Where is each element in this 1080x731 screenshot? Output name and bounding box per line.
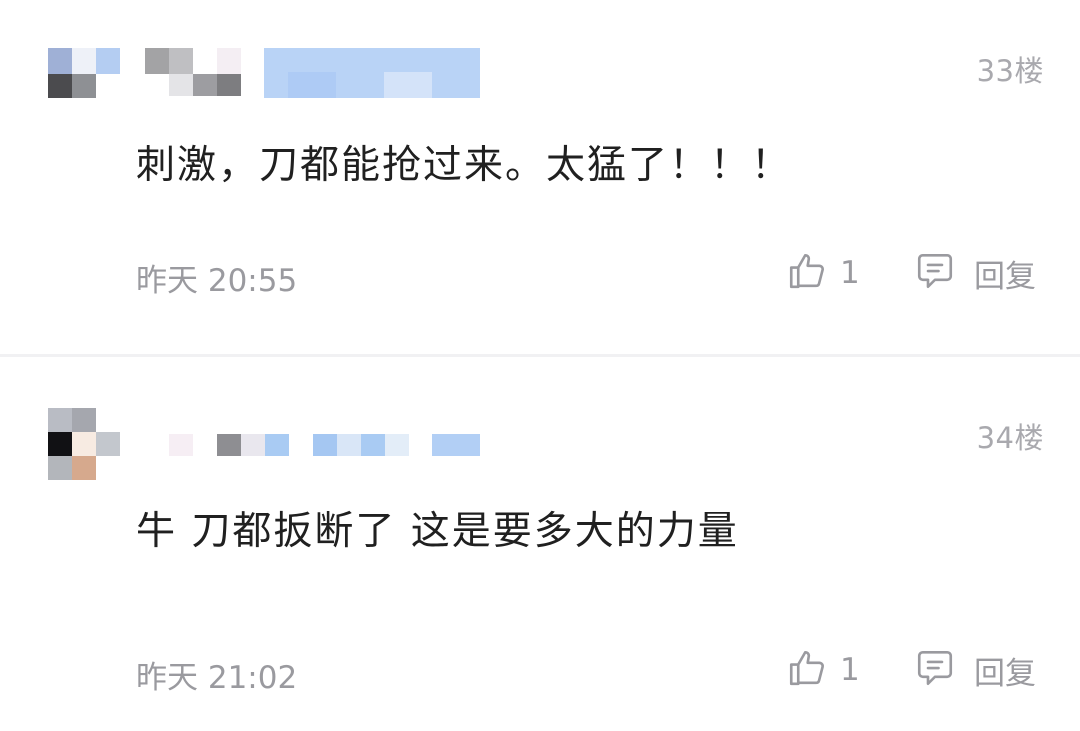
username-mosaic-tile [361,434,385,456]
reply-label: 回复 [974,655,1036,692]
comment-bubble-icon [914,647,956,693]
avatar-mosaic-tile [72,74,96,98]
username-pixelated[interactable] [0,0,1080,98]
avatar-mosaic-tile [48,74,72,98]
reply-button[interactable]: 回复 [914,647,1054,693]
avatar-mosaic-tile [48,48,72,74]
username-mosaic-tile [217,434,241,456]
avatar-mosaic-tile [72,408,96,432]
like-count: 1 [840,652,860,688]
username-pixelated[interactable] [0,357,1080,456]
like-count: 1 [840,255,860,291]
username-mosaic-tile [217,74,241,96]
thumbs-up-icon [786,647,828,693]
username-mosaic-tile [313,434,337,456]
username-mosaic-tile [432,434,480,456]
avatar-mosaic-tile [96,432,120,456]
username-mosaic-tile [385,434,409,456]
username-mosaic-tile [384,72,432,98]
username-mosaic-tile [217,48,241,74]
comment-bubble-icon [914,250,956,296]
avatar-mosaic-tile [48,408,72,432]
floor-number: 33楼 [976,54,1044,88]
comment-text: 牛 刀都扳断了 这是要多大的力量 [136,509,739,554]
username-mosaic-tile [169,74,193,96]
like-button[interactable]: 1 [786,250,866,296]
username-mosaic-tile [169,434,193,456]
avatar-mosaic-tile [72,456,96,480]
comment-time: 昨天 20:55 [136,263,298,299]
reply-label: 回复 [974,258,1036,295]
like-button[interactable]: 1 [786,647,866,693]
thumbs-up-icon [786,250,828,296]
username-mosaic-tile [145,48,169,74]
username-mosaic-tile [265,434,289,456]
floor-number: 34楼 [976,421,1044,455]
username-mosaic-tile [193,74,217,96]
avatar-mosaic-tile [72,432,96,456]
comment-item: 33楼 刺激，刀都能抢过来。太猛了！！！ 昨天 20:55 1 回复 [0,0,1080,355]
avatar-mosaic-tile [48,432,72,456]
username-mosaic-tile [241,434,265,456]
avatar-mosaic-tile [72,48,96,74]
username-mosaic-tile [169,48,193,74]
comment-item: 34楼 牛 刀都扳断了 这是要多大的力量 昨天 21:02 1 回复 [0,357,1080,731]
username-mosaic-tile [337,434,361,456]
avatar-mosaic-tile [48,456,72,480]
comment-time: 昨天 21:02 [136,660,298,696]
comment-text: 刺激，刀都能抢过来。太猛了！！！ [136,143,793,188]
avatar-mosaic-tile [96,48,120,74]
reply-button[interactable]: 回复 [914,250,1054,296]
username-mosaic-tile [288,72,336,98]
